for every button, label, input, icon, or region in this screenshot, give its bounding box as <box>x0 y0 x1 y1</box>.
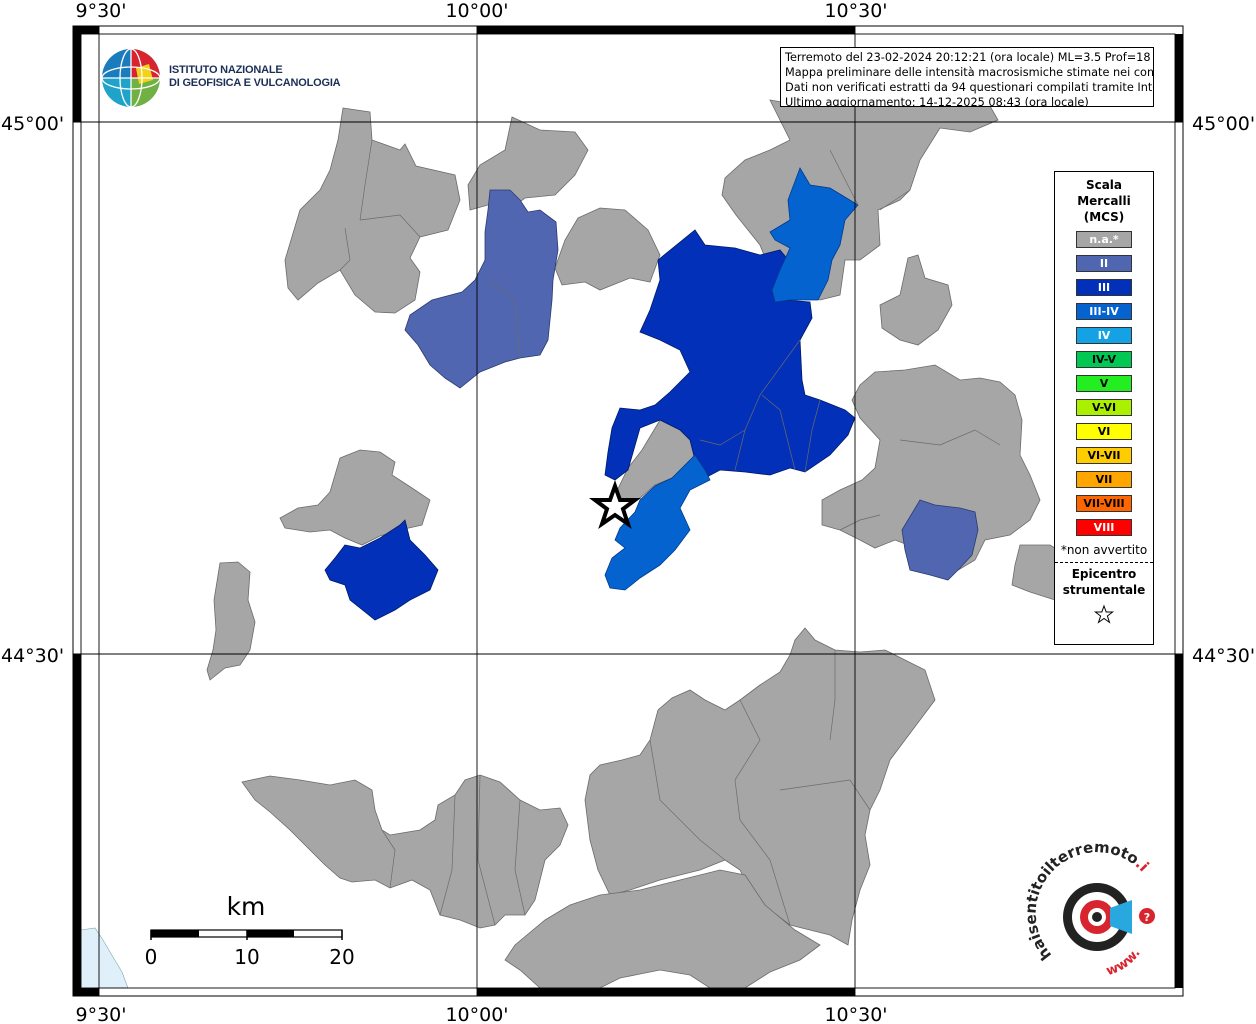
legend-swatch-n-a: n.a.* <box>1076 231 1132 248</box>
ingv-name-line2: DI GEOFISICA E VULCANOLOGIA <box>169 77 341 89</box>
legend-swatch-v-vi: V-VI <box>1076 399 1132 416</box>
legend-swatch-vii: VII <box>1076 471 1132 488</box>
lon-label-bottom-3: 10°30' <box>824 1004 887 1024</box>
lat-label-right-2: 44°30' <box>1192 645 1255 667</box>
legend-epicenter-line-2: strumentale <box>1062 583 1146 597</box>
legend-epicenter-line-1: Epicentro <box>1071 567 1137 581</box>
lat-label-left-2: 44°30' <box>1 645 64 667</box>
lon-label-bottom-1: 9°30' <box>76 1004 127 1024</box>
legend-swatch-vi: VI <box>1076 423 1132 440</box>
legend-epicenter-label: Epicentro strumentale <box>1055 566 1153 598</box>
legend-items: n.a.* II III III-IV IV IV-V V V-VI VI VI-VII VII VI… <box>1055 231 1153 536</box>
legend-star-icon <box>1055 604 1153 630</box>
event-info-line-1: Terremoto del 23-02-2024 20:12:21 (ora l… <box>785 51 1154 64</box>
intensity-legend: Scala Mercalli (MCS) n.a.* II III III-IV IV I… <box>1054 171 1154 645</box>
legend-swatch-vii-viii: VII-VIII <box>1076 495 1132 512</box>
lon-label-top-1: 9°30' <box>76 0 127 22</box>
legend-title-line-2: Mercalli <box>1077 194 1131 208</box>
lat-label-right-1: 45°00' <box>1192 113 1255 135</box>
legend-title-line-3: (MCS) <box>1083 210 1125 224</box>
event-info-line-2: Mappa preliminare delle intensità macros… <box>785 66 1154 79</box>
legend-title-line-1: Scala <box>1085 178 1123 192</box>
scale-bar-tick-0: 0 <box>145 945 158 969</box>
legend-separator <box>1055 562 1153 563</box>
lon-label-bottom-2: 10°00' <box>445 1004 508 1024</box>
scale-bar-tick-20: 20 <box>329 945 354 969</box>
legend-swatch-vi-vii: VI-VII <box>1076 447 1132 464</box>
lon-label-top-2: 10°00' <box>445 0 508 22</box>
legend-swatch-viii: VIII <box>1076 519 1132 536</box>
svg-text:?: ? <box>1144 911 1150 924</box>
legend-title: Scala Mercalli (MCS) <box>1055 177 1153 225</box>
event-info-line-3: Dati non verificati estratti da 94 quest… <box>785 81 1154 94</box>
ingv-name-line1: ISTITUTO NAZIONALE <box>169 64 283 76</box>
legend-swatch-ii: II <box>1076 255 1132 272</box>
lon-label-top-3: 10°30' <box>824 0 887 22</box>
event-info-box: Terremoto del 23-02-2024 20:12:21 (ora l… <box>780 47 1154 107</box>
ingv-organization-name: ISTITUTO NAZIONALE DI GEOFISICA E VULCAN… <box>169 64 341 90</box>
legend-note: *non avvertito <box>1060 543 1148 557</box>
legend-swatch-iv: IV <box>1076 327 1132 344</box>
legend-swatch-iv-v: IV-V <box>1076 351 1132 368</box>
scale-bar-tick-10: 10 <box>234 945 259 969</box>
legend-swatch-iii: III <box>1076 279 1132 296</box>
scale-bar-unit: km <box>227 892 266 921</box>
legend-swatch-v: V <box>1076 375 1132 392</box>
legend-swatch-iii-iv: III-IV <box>1076 303 1132 320</box>
ingv-logo-icon <box>101 48 161 108</box>
event-info-line-4: Ultimo aggiornamento: 14-12-2025 08:43 (… <box>785 96 1089 107</box>
lat-label-left-1: 45°00' <box>1 113 64 135</box>
